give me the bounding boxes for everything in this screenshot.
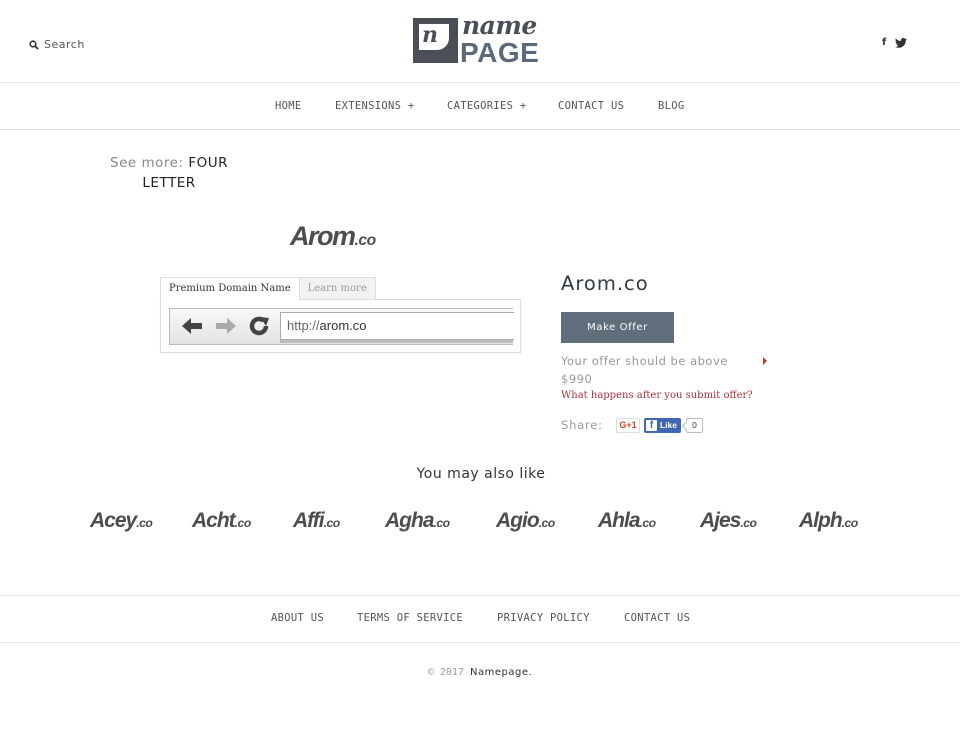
see-more: See more: FOUR LETTER bbox=[104, 153, 234, 193]
footer-about-us[interactable]: ABOUT US bbox=[271, 612, 324, 624]
nav-home[interactable]: HOME bbox=[275, 100, 302, 112]
facebook-like-label: Like bbox=[660, 420, 678, 430]
caret-right-icon[interactable] bbox=[763, 357, 767, 365]
facebook-icon[interactable]: f bbox=[882, 37, 886, 48]
url-host: arom.co bbox=[319, 318, 367, 333]
nav-extensions[interactable]: EXTENSIONS + bbox=[335, 100, 414, 112]
copyright-prefix: © 2017 bbox=[427, 667, 464, 678]
footer-terms-of-service[interactable]: TERMS OF SERVICE bbox=[357, 612, 463, 624]
logo-badge: n bbox=[413, 18, 458, 63]
also-like-name: Affi bbox=[293, 509, 325, 532]
site-header: Search n name PAGE f bbox=[0, 0, 960, 83]
copyright-brand-link[interactable]: Namepage. bbox=[470, 667, 532, 678]
also-like-name: Acht bbox=[192, 509, 236, 532]
search-button[interactable]: Search bbox=[29, 38, 85, 51]
nav-blog[interactable]: BLOG bbox=[658, 100, 685, 112]
make-offer-button[interactable]: Make Offer bbox=[561, 312, 674, 343]
logo-badge-letter: n bbox=[422, 22, 438, 48]
also-like-name: Alph bbox=[799, 509, 843, 532]
also-like-item[interactable]: Agio.co bbox=[496, 509, 555, 533]
also-like-item[interactable]: Affi.co bbox=[293, 509, 340, 533]
also-like-tld: .co bbox=[234, 516, 252, 530]
search-icon bbox=[29, 39, 39, 50]
also-like-name: Ajes bbox=[700, 509, 741, 532]
browser-url-bar: http://arom.co bbox=[280, 312, 514, 340]
also-like-tld: .co bbox=[433, 516, 451, 530]
google-plus-button[interactable]: G+1 bbox=[616, 418, 640, 433]
back-arrow-icon bbox=[182, 318, 202, 334]
main-nav: HOME EXTENSIONS + CATEGORIES + CONTACT U… bbox=[0, 83, 960, 130]
nav-categories[interactable]: CATEGORIES + bbox=[447, 100, 526, 112]
domain-logo: Arom.co bbox=[290, 221, 376, 252]
what-happens-link[interactable]: What happens after you submit offer? bbox=[561, 390, 753, 401]
also-like-name: Ahla bbox=[598, 509, 641, 532]
browser-mockup: http://arom.co bbox=[169, 308, 514, 345]
also-like-name: Agio bbox=[496, 509, 540, 532]
forward-arrow-icon bbox=[216, 318, 236, 334]
nav-contact-us[interactable]: CONTACT US bbox=[558, 100, 624, 112]
also-like-heading: You may also like bbox=[416, 466, 546, 482]
also-like-item[interactable]: Agha.co bbox=[385, 509, 450, 533]
also-like-name: Acey bbox=[90, 509, 137, 532]
also-like-item[interactable]: Ahla.co bbox=[598, 509, 656, 533]
search-label: Search bbox=[44, 38, 85, 51]
tab-learn-more[interactable]: Learn more bbox=[299, 277, 376, 300]
site-logo[interactable]: n name PAGE bbox=[412, 11, 550, 68]
also-like-item[interactable]: Acey.co bbox=[90, 509, 153, 533]
footer-privacy-policy[interactable]: PRIVACY POLICY bbox=[497, 612, 590, 624]
also-like-tld: .co bbox=[639, 516, 657, 530]
footer-contact-us[interactable]: CONTACT US bbox=[624, 612, 690, 624]
also-like-item[interactable]: Acht.co bbox=[192, 509, 251, 533]
also-like-tld: .co bbox=[323, 516, 341, 530]
also-like-tld: .co bbox=[136, 516, 153, 530]
facebook-like-button[interactable]: f Like bbox=[644, 418, 681, 433]
copyright: © 2017 Namepage. bbox=[0, 667, 960, 678]
twitter-icon[interactable] bbox=[895, 37, 908, 48]
tab-premium-domain-name[interactable]: Premium Domain Name bbox=[160, 277, 300, 300]
share-label: Share: bbox=[561, 418, 603, 432]
offer-minimum-note: Your offer should be above $990 bbox=[561, 354, 728, 386]
domain-title: Arom.co bbox=[561, 272, 649, 295]
facebook-icon: f bbox=[646, 420, 657, 431]
social-links: f bbox=[882, 37, 908, 48]
logo-word-name: name bbox=[462, 11, 537, 40]
tab-panel: http://arom.co bbox=[160, 299, 521, 353]
also-like-item[interactable]: Alph.co bbox=[799, 509, 858, 533]
facebook-like-count: 0 bbox=[686, 418, 703, 433]
also-like-name: Agha bbox=[385, 509, 434, 532]
see-more-label: See more: bbox=[110, 155, 184, 171]
also-like-tld: .co bbox=[538, 516, 556, 530]
also-like-tld: .co bbox=[740, 516, 757, 530]
footer-nav: ABOUT US TERMS OF SERVICE PRIVACY POLICY… bbox=[0, 595, 960, 643]
also-like-item[interactable]: Ajes.co bbox=[700, 509, 757, 533]
url-scheme: http:// bbox=[287, 318, 320, 333]
domain-logo-name: Arom bbox=[290, 221, 356, 251]
reload-icon bbox=[249, 316, 269, 336]
logo-word-page: PAGE bbox=[460, 37, 540, 68]
domain-logo-tld: .co bbox=[354, 232, 377, 249]
domain-tabs: Premium Domain Name Learn more bbox=[160, 277, 376, 300]
also-like-tld: .co bbox=[841, 516, 859, 530]
